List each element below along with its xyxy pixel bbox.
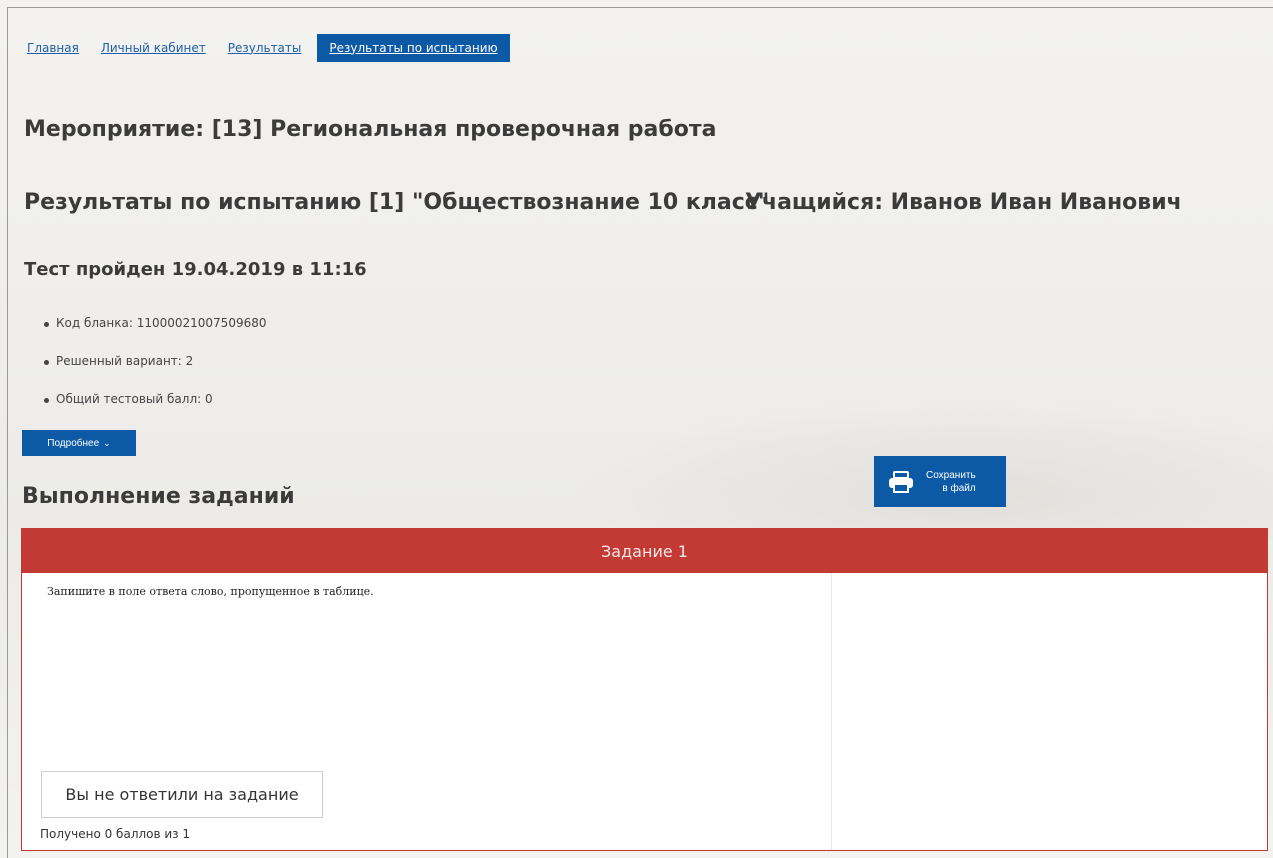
list-item: Общий тестовый балл: 0 [44, 392, 267, 430]
tasks-heading: Выполнение заданий [22, 484, 295, 509]
blank-code: Код бланка: 11000021007509680 [56, 316, 267, 330]
solved-variant: Решенный вариант: 2 [56, 354, 194, 368]
more-details-label: Подробнее [47, 437, 100, 449]
list-item: Код бланка: 11000021007509680 [44, 316, 267, 354]
test-info-list: Код бланка: 11000021007509680 Решенный в… [44, 316, 267, 430]
save-to-file-button[interactable]: Сохранить в файл [874, 456, 1006, 507]
bullet-icon [44, 322, 49, 327]
breadcrumb-results[interactable]: Результаты [228, 41, 302, 55]
printer-icon [889, 470, 913, 493]
task-score: Получено 0 баллов из 1 [40, 827, 191, 841]
student-name: Учащийся: Иванов Иван Иванович [745, 190, 1182, 215]
event-title: Мероприятие: [13] Региональная проверочн… [24, 117, 717, 142]
total-score: Общий тестовый балл: 0 [56, 392, 213, 406]
task-question: Запишите в поле ответа слово, пропущенно… [47, 585, 374, 598]
results-title: Результаты по испытанию [1] "Обществозна… [24, 190, 770, 215]
save-label-line2: в файл [942, 482, 976, 494]
more-details-button[interactable]: Подробнее ⌄ [22, 430, 136, 456]
task-panel: Задание 1 Запишите в поле ответа слово, … [21, 528, 1268, 851]
task-header: Задание 1 [22, 529, 1267, 573]
test-passed-date: Тест пройден 19.04.2019 в 11:16 [24, 259, 367, 280]
answer-status-box: Вы не ответили на задание [41, 771, 323, 818]
breadcrumb-cabinet[interactable]: Личный кабинет [101, 41, 206, 55]
save-label-line1: Сохранить [926, 469, 976, 481]
task-body: Запишите в поле ответа слово, пропущенно… [22, 573, 1267, 850]
breadcrumb: Главная Личный кабинет Результаты Резуль… [27, 32, 532, 63]
bullet-icon [44, 398, 49, 403]
breadcrumb-home[interactable]: Главная [27, 41, 79, 55]
chevron-down-icon: ⌄ [103, 437, 111, 448]
list-item: Решенный вариант: 2 [44, 354, 267, 392]
breadcrumb-test-results[interactable]: Результаты по испытанию [317, 33, 510, 62]
task-content: Запишите в поле ответа слово, пропущенно… [22, 573, 832, 850]
bullet-icon [44, 360, 49, 365]
